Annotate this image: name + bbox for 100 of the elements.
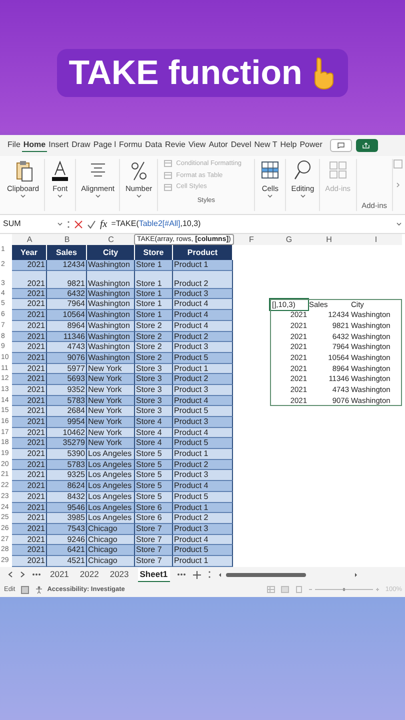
column-header[interactable]: A <box>12 234 47 246</box>
menu-tab[interactable]: New T <box>252 139 279 152</box>
table-cell: 2021 <box>12 545 47 556</box>
table-cell: 2684 <box>47 406 87 418</box>
table-cell: Chicago <box>87 524 135 535</box>
menu-tab[interactable]: View <box>186 139 208 152</box>
table-cell: 2021 <box>12 481 47 492</box>
column-header[interactable]: H <box>308 234 350 246</box>
table-cell: Product 4 <box>173 481 233 492</box>
sheet-tab[interactable]: 2022 <box>78 568 101 582</box>
zoom-slider[interactable] <box>309 587 380 592</box>
add-icon[interactable] <box>192 570 201 579</box>
cancel-icon[interactable] <box>74 220 83 229</box>
table-cell: 6421 <box>47 545 87 556</box>
table-cell: 2021 <box>12 374 47 385</box>
menu-tab[interactable]: Revie <box>164 139 187 152</box>
table-cell: Store 4 <box>135 438 173 450</box>
table-cell: Product 2 <box>173 270 233 289</box>
table-cell: Store 6 <box>135 513 173 524</box>
comment-icon <box>336 142 345 149</box>
sheet-tab[interactable]: 2021 <box>48 568 71 582</box>
menu-tab[interactable]: Autor <box>207 139 230 152</box>
table-cell: 6432 <box>47 288 87 300</box>
menu-tab[interactable]: Page l <box>92 139 118 152</box>
table-cell: Store 3 <box>135 396 173 406</box>
column-header[interactable]: I <box>350 234 402 246</box>
formula-field[interactable]: =TAKE(Table2[#All],10,3) <box>111 218 392 230</box>
table-cell: Los Angeles <box>87 502 135 514</box>
table-cell: Los Angeles <box>87 513 135 524</box>
table-cell: Los Angeles <box>87 481 135 492</box>
table-cell: Product 2 <box>173 374 233 385</box>
table-cell: Washington <box>87 320 135 332</box>
table-cell: Los Angeles <box>87 449 135 460</box>
function-button[interactable]: fx <box>100 216 108 232</box>
name-box[interactable]: SUM <box>3 218 63 230</box>
column-header[interactable]: C <box>87 234 135 246</box>
menu-tab[interactable]: Devel <box>229 139 253 152</box>
table-cell: New York <box>87 406 135 418</box>
check-icon[interactable] <box>87 220 96 229</box>
column-header[interactable]: F <box>233 234 270 246</box>
table-cell: Store 1 <box>135 270 173 289</box>
table-cell: 11346 <box>47 332 87 342</box>
table-cell: Chicago <box>87 534 135 546</box>
table-cell: 2021 <box>12 556 47 567</box>
table-cell: 3985 <box>47 513 87 524</box>
zoom-thumb[interactable] <box>343 588 346 592</box>
table-cell: Product 4 <box>173 534 233 546</box>
column-header[interactable]: B <box>47 234 87 246</box>
table-cell: 2021 <box>12 460 47 470</box>
table-cell: New York <box>87 428 135 438</box>
table-cell: Chicago <box>87 545 135 556</box>
menu-tab[interactable]: Insert <box>47 139 70 152</box>
table-cell: 2021 <box>12 524 47 535</box>
table-cell: Product 1 <box>173 364 233 374</box>
table-cell: 2021 <box>12 406 47 418</box>
menu-tab[interactable]: Power <box>298 139 324 152</box>
table-cell: Store 3 <box>135 384 173 396</box>
style-icon <box>164 172 172 179</box>
table-cell: Store 7 <box>135 545 173 556</box>
next-icon[interactable] <box>20 571 25 578</box>
table-cell: Store 5 <box>135 470 173 482</box>
share-button[interactable] <box>356 138 378 152</box>
table-cell: 2021 <box>12 513 47 524</box>
table-cell: 9821 <box>47 270 87 289</box>
horizontal-scrollbar[interactable] <box>218 572 358 578</box>
table-cell: 9246 <box>47 534 87 546</box>
column-heading: Product <box>173 245 233 260</box>
table-cell: New York <box>87 384 135 396</box>
table-cell: 2021 <box>12 417 47 428</box>
share-icon <box>362 142 372 149</box>
column-header[interactable]: G <box>270 234 308 246</box>
menu-tab[interactable]: Data <box>144 139 164 152</box>
table-cell: Store 1 <box>135 288 173 300</box>
previous-icon[interactable] <box>8 571 13 578</box>
column-heading: City <box>87 245 135 260</box>
sheet-tab[interactable]: 2023 <box>108 568 131 582</box>
comments-button[interactable] <box>330 138 352 152</box>
table-cell: Washington <box>87 342 135 353</box>
table-cell: Los Angeles <box>87 492 135 503</box>
table-cell: 4743 <box>47 342 87 353</box>
table-cell: Washington <box>87 270 135 289</box>
table-cell: Product 5 <box>173 492 233 503</box>
table-cell: Product 4 <box>173 428 233 438</box>
menu-tab[interactable]: Home <box>22 138 48 152</box>
sheet-tab[interactable]: Sheet1 <box>138 568 170 582</box>
menu-tab[interactable]: Draw <box>70 139 92 152</box>
table-cell: 2021 <box>12 352 47 364</box>
table-cell: 2021 <box>12 310 47 321</box>
menu-tab[interactable]: Help <box>278 139 298 152</box>
table-cell: 10564 <box>47 310 87 321</box>
table-cell: 35279 <box>47 438 87 450</box>
table-cell: Product 4 <box>173 299 233 310</box>
table-cell: 10462 <box>47 428 87 438</box>
table-cell: Los Angeles <box>87 470 135 482</box>
table-cell: Chicago <box>87 556 135 567</box>
table-cell: New York <box>87 438 135 450</box>
menu-tab[interactable]: Formu <box>118 139 144 152</box>
table-cell: 8432 <box>47 492 87 503</box>
menu-tab[interactable]: File <box>6 139 22 152</box>
table-cell: Product 2 <box>173 332 233 342</box>
